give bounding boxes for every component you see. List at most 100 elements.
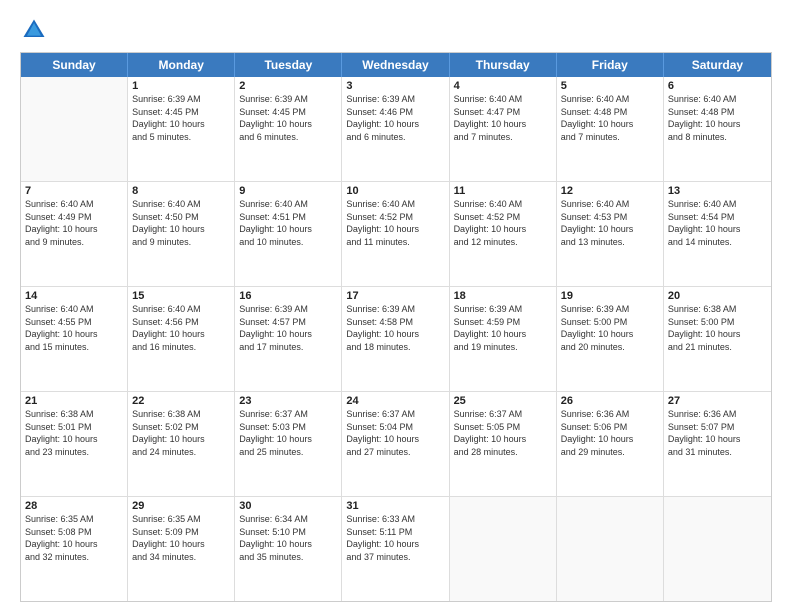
calendar-cell: 16Sunrise: 6:39 AM Sunset: 4:57 PM Dayli… bbox=[235, 287, 342, 391]
day-info: Sunrise: 6:40 AM Sunset: 4:53 PM Dayligh… bbox=[561, 198, 659, 248]
day-info: Sunrise: 6:35 AM Sunset: 5:09 PM Dayligh… bbox=[132, 513, 230, 563]
day-info: Sunrise: 6:39 AM Sunset: 5:00 PM Dayligh… bbox=[561, 303, 659, 353]
calendar-header-cell: Wednesday bbox=[342, 53, 449, 77]
calendar-row: 1Sunrise: 6:39 AM Sunset: 4:45 PM Daylig… bbox=[21, 77, 771, 181]
day-number: 28 bbox=[25, 500, 123, 512]
calendar-cell: 8Sunrise: 6:40 AM Sunset: 4:50 PM Daylig… bbox=[128, 182, 235, 286]
calendar-cell: 31Sunrise: 6:33 AM Sunset: 5:11 PM Dayli… bbox=[342, 497, 449, 601]
calendar-cell: 27Sunrise: 6:36 AM Sunset: 5:07 PM Dayli… bbox=[664, 392, 771, 496]
day-info: Sunrise: 6:39 AM Sunset: 4:57 PM Dayligh… bbox=[239, 303, 337, 353]
calendar-body: 1Sunrise: 6:39 AM Sunset: 4:45 PM Daylig… bbox=[21, 77, 771, 601]
day-info: Sunrise: 6:40 AM Sunset: 4:52 PM Dayligh… bbox=[454, 198, 552, 248]
day-info: Sunrise: 6:38 AM Sunset: 5:00 PM Dayligh… bbox=[668, 303, 767, 353]
day-number: 23 bbox=[239, 395, 337, 407]
day-info: Sunrise: 6:38 AM Sunset: 5:01 PM Dayligh… bbox=[25, 408, 123, 458]
day-number: 5 bbox=[561, 80, 659, 92]
day-number: 27 bbox=[668, 395, 767, 407]
day-info: Sunrise: 6:40 AM Sunset: 4:55 PM Dayligh… bbox=[25, 303, 123, 353]
calendar-header: SundayMondayTuesdayWednesdayThursdayFrid… bbox=[21, 53, 771, 77]
day-info: Sunrise: 6:40 AM Sunset: 4:50 PM Dayligh… bbox=[132, 198, 230, 248]
calendar-cell: 30Sunrise: 6:34 AM Sunset: 5:10 PM Dayli… bbox=[235, 497, 342, 601]
day-number: 1 bbox=[132, 80, 230, 92]
day-number: 13 bbox=[668, 185, 767, 197]
day-info: Sunrise: 6:40 AM Sunset: 4:48 PM Dayligh… bbox=[668, 93, 767, 143]
day-number: 15 bbox=[132, 290, 230, 302]
calendar-cell: 23Sunrise: 6:37 AM Sunset: 5:03 PM Dayli… bbox=[235, 392, 342, 496]
day-info: Sunrise: 6:37 AM Sunset: 5:03 PM Dayligh… bbox=[239, 408, 337, 458]
day-info: Sunrise: 6:39 AM Sunset: 4:45 PM Dayligh… bbox=[132, 93, 230, 143]
day-number: 22 bbox=[132, 395, 230, 407]
calendar-cell: 26Sunrise: 6:36 AM Sunset: 5:06 PM Dayli… bbox=[557, 392, 664, 496]
calendar-header-cell: Tuesday bbox=[235, 53, 342, 77]
calendar-cell: 5Sunrise: 6:40 AM Sunset: 4:48 PM Daylig… bbox=[557, 77, 664, 181]
calendar-cell: 2Sunrise: 6:39 AM Sunset: 4:45 PM Daylig… bbox=[235, 77, 342, 181]
day-info: Sunrise: 6:40 AM Sunset: 4:54 PM Dayligh… bbox=[668, 198, 767, 248]
day-number: 17 bbox=[346, 290, 444, 302]
calendar-cell: 22Sunrise: 6:38 AM Sunset: 5:02 PM Dayli… bbox=[128, 392, 235, 496]
day-info: Sunrise: 6:37 AM Sunset: 5:04 PM Dayligh… bbox=[346, 408, 444, 458]
day-info: Sunrise: 6:39 AM Sunset: 4:59 PM Dayligh… bbox=[454, 303, 552, 353]
calendar-header-cell: Sunday bbox=[21, 53, 128, 77]
calendar-cell: 15Sunrise: 6:40 AM Sunset: 4:56 PM Dayli… bbox=[128, 287, 235, 391]
calendar-cell: 18Sunrise: 6:39 AM Sunset: 4:59 PM Dayli… bbox=[450, 287, 557, 391]
calendar-cell: 19Sunrise: 6:39 AM Sunset: 5:00 PM Dayli… bbox=[557, 287, 664, 391]
day-number: 2 bbox=[239, 80, 337, 92]
page: SundayMondayTuesdayWednesdayThursdayFrid… bbox=[0, 0, 792, 612]
calendar-row: 28Sunrise: 6:35 AM Sunset: 5:08 PM Dayli… bbox=[21, 496, 771, 601]
logo-icon bbox=[20, 16, 48, 44]
calendar-cell: 3Sunrise: 6:39 AM Sunset: 4:46 PM Daylig… bbox=[342, 77, 449, 181]
day-info: Sunrise: 6:39 AM Sunset: 4:58 PM Dayligh… bbox=[346, 303, 444, 353]
day-number: 21 bbox=[25, 395, 123, 407]
calendar-cell: 21Sunrise: 6:38 AM Sunset: 5:01 PM Dayli… bbox=[21, 392, 128, 496]
day-info: Sunrise: 6:39 AM Sunset: 4:45 PM Dayligh… bbox=[239, 93, 337, 143]
day-number: 10 bbox=[346, 185, 444, 197]
header bbox=[20, 16, 772, 44]
calendar-row: 7Sunrise: 6:40 AM Sunset: 4:49 PM Daylig… bbox=[21, 181, 771, 286]
calendar-cell: 25Sunrise: 6:37 AM Sunset: 5:05 PM Dayli… bbox=[450, 392, 557, 496]
day-number: 24 bbox=[346, 395, 444, 407]
day-number: 25 bbox=[454, 395, 552, 407]
day-info: Sunrise: 6:34 AM Sunset: 5:10 PM Dayligh… bbox=[239, 513, 337, 563]
day-number: 30 bbox=[239, 500, 337, 512]
day-number: 31 bbox=[346, 500, 444, 512]
day-info: Sunrise: 6:36 AM Sunset: 5:06 PM Dayligh… bbox=[561, 408, 659, 458]
day-info: Sunrise: 6:35 AM Sunset: 5:08 PM Dayligh… bbox=[25, 513, 123, 563]
day-info: Sunrise: 6:40 AM Sunset: 4:47 PM Dayligh… bbox=[454, 93, 552, 143]
logo bbox=[20, 16, 52, 44]
day-number: 20 bbox=[668, 290, 767, 302]
day-number: 8 bbox=[132, 185, 230, 197]
day-number: 18 bbox=[454, 290, 552, 302]
calendar-cell: 10Sunrise: 6:40 AM Sunset: 4:52 PM Dayli… bbox=[342, 182, 449, 286]
calendar-cell: 20Sunrise: 6:38 AM Sunset: 5:00 PM Dayli… bbox=[664, 287, 771, 391]
day-info: Sunrise: 6:33 AM Sunset: 5:11 PM Dayligh… bbox=[346, 513, 444, 563]
calendar-row: 21Sunrise: 6:38 AM Sunset: 5:01 PM Dayli… bbox=[21, 391, 771, 496]
day-info: Sunrise: 6:40 AM Sunset: 4:48 PM Dayligh… bbox=[561, 93, 659, 143]
day-number: 29 bbox=[132, 500, 230, 512]
calendar-row: 14Sunrise: 6:40 AM Sunset: 4:55 PM Dayli… bbox=[21, 286, 771, 391]
day-number: 19 bbox=[561, 290, 659, 302]
calendar-cell: 28Sunrise: 6:35 AM Sunset: 5:08 PM Dayli… bbox=[21, 497, 128, 601]
calendar-header-cell: Friday bbox=[557, 53, 664, 77]
calendar-cell: 13Sunrise: 6:40 AM Sunset: 4:54 PM Dayli… bbox=[664, 182, 771, 286]
calendar-header-cell: Monday bbox=[128, 53, 235, 77]
calendar-cell: 24Sunrise: 6:37 AM Sunset: 5:04 PM Dayli… bbox=[342, 392, 449, 496]
calendar-cell: 29Sunrise: 6:35 AM Sunset: 5:09 PM Dayli… bbox=[128, 497, 235, 601]
calendar-cell bbox=[664, 497, 771, 601]
calendar-cell: 6Sunrise: 6:40 AM Sunset: 4:48 PM Daylig… bbox=[664, 77, 771, 181]
calendar-cell bbox=[450, 497, 557, 601]
calendar-cell: 9Sunrise: 6:40 AM Sunset: 4:51 PM Daylig… bbox=[235, 182, 342, 286]
day-number: 14 bbox=[25, 290, 123, 302]
day-number: 7 bbox=[25, 185, 123, 197]
calendar-cell: 1Sunrise: 6:39 AM Sunset: 4:45 PM Daylig… bbox=[128, 77, 235, 181]
calendar-cell: 14Sunrise: 6:40 AM Sunset: 4:55 PM Dayli… bbox=[21, 287, 128, 391]
calendar-cell: 4Sunrise: 6:40 AM Sunset: 4:47 PM Daylig… bbox=[450, 77, 557, 181]
day-number: 6 bbox=[668, 80, 767, 92]
calendar-cell bbox=[21, 77, 128, 181]
calendar-cell: 12Sunrise: 6:40 AM Sunset: 4:53 PM Dayli… bbox=[557, 182, 664, 286]
day-info: Sunrise: 6:38 AM Sunset: 5:02 PM Dayligh… bbox=[132, 408, 230, 458]
calendar: SundayMondayTuesdayWednesdayThursdayFrid… bbox=[20, 52, 772, 602]
day-number: 3 bbox=[346, 80, 444, 92]
calendar-cell bbox=[557, 497, 664, 601]
day-info: Sunrise: 6:40 AM Sunset: 4:56 PM Dayligh… bbox=[132, 303, 230, 353]
calendar-header-cell: Thursday bbox=[450, 53, 557, 77]
